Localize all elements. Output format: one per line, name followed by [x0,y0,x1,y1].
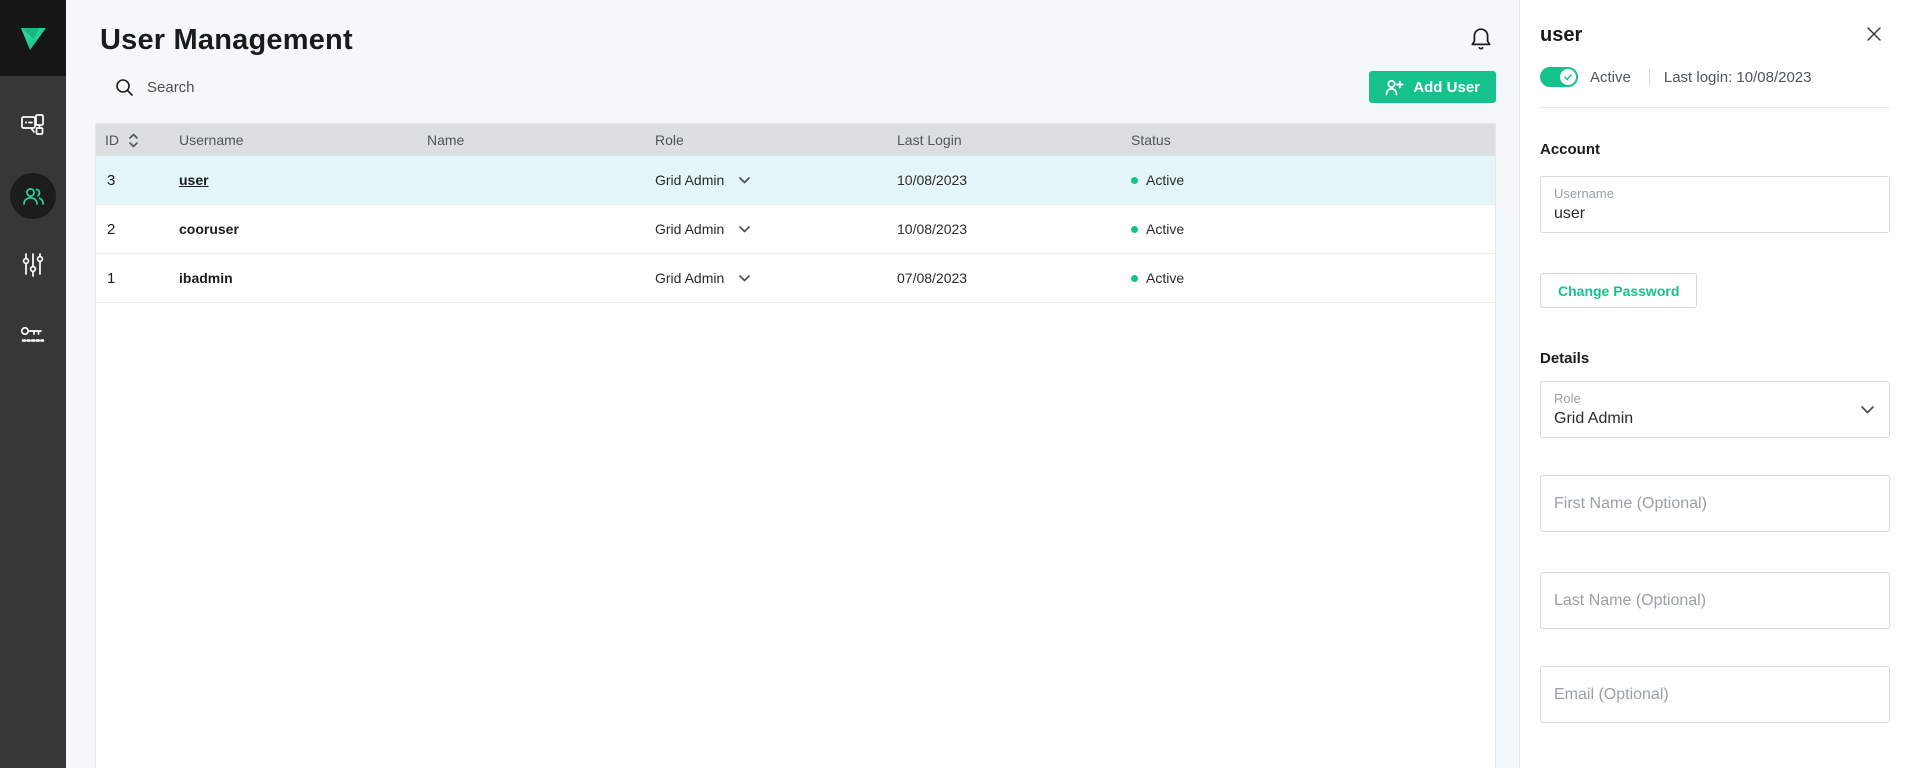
search-input[interactable] [145,78,385,97]
status-dot [1131,275,1138,282]
status-dot [1131,177,1138,184]
bell-icon [1468,26,1494,54]
username-input[interactable] [1554,203,1876,224]
column-header-last-login: Last Login [897,132,1131,148]
table-row[interactable]: 2 cooruser Grid Admin 10/08/2023 Active [96,205,1495,254]
last-name-input[interactable] [1554,592,1850,610]
search-box [115,78,385,97]
search-icon [115,78,134,97]
first-name-field[interactable] [1540,475,1890,532]
last-login-text: Last login: 10/08/2023 [1664,69,1812,86]
cell-status: Active [1131,270,1495,286]
cell-last-login: 10/08/2023 [897,172,1131,188]
key-icon [19,324,47,348]
toolbar: Add User [95,67,1496,107]
sidebar-item-grid-nodes[interactable] [10,103,56,149]
username-link[interactable]: ibadmin [179,270,427,286]
column-header-id: ID [96,132,179,148]
person-add-icon [1385,79,1404,96]
chevron-down-icon [739,177,750,184]
status-text: Active [1146,221,1184,237]
close-icon [1866,26,1882,42]
username-text: cooruser [179,221,239,237]
notifications-button[interactable] [1466,24,1496,59]
role-value: Grid Admin [655,221,724,237]
users-table: ID Username Name Role Last Login Status … [95,123,1496,768]
column-header-username: Username [179,132,427,148]
active-status-label: Active [1590,69,1631,86]
first-name-input[interactable] [1554,495,1850,513]
cell-id: 3 [96,172,179,189]
add-user-label: Add User [1413,79,1480,96]
chevron-down-icon [739,226,750,233]
section-divider [1540,107,1890,108]
add-user-button[interactable]: Add User [1369,71,1496,103]
role-select-label: Role [1554,390,1876,408]
app-root: User Management [0,0,1906,768]
cell-last-login: 07/08/2023 [897,270,1131,286]
divider [1649,68,1650,86]
status-text: Active [1146,270,1184,286]
role-select[interactable]: Role Grid Admin [1540,381,1890,438]
toggle-knob [1560,69,1576,85]
username-text: ibadmin [179,270,233,286]
role-value: Grid Admin [655,270,724,286]
status-dot [1131,226,1138,233]
role-value: Grid Admin [655,172,724,188]
role-dropdown[interactable]: Grid Admin [655,172,897,188]
sort-control[interactable] [128,133,139,148]
grid-nodes-icon [19,112,47,140]
chevron-down-icon [739,275,750,282]
change-password-button[interactable]: Change Password [1540,273,1697,308]
username-link[interactable]: user [179,172,427,188]
sidebar [0,0,66,768]
column-header-role: Role [655,132,897,148]
sidebar-item-users[interactable] [10,173,56,219]
table-row[interactable]: 1 ibadmin Grid Admin 07/08/2023 Active [96,254,1495,303]
cell-status: Active [1131,221,1495,237]
check-icon [1563,72,1573,82]
sidebar-item-settings[interactable] [10,243,56,289]
role-dropdown[interactable]: Grid Admin [655,270,897,286]
role-dropdown[interactable]: Grid Admin [655,221,897,237]
sidebar-item-credentials[interactable] [10,313,56,359]
table-row[interactable]: 3 user Grid Admin 10/08/2023 Active [96,156,1495,205]
logo-icon [13,18,53,58]
users-icon [20,183,47,210]
column-header-status: Status [1131,132,1495,148]
panel-header: user [1540,24,1890,47]
cell-status: Active [1131,172,1495,188]
chevron-down-icon [1861,406,1874,414]
sort-arrows-icon [128,133,139,148]
username-field[interactable]: Username [1540,176,1890,233]
sidebar-nav [0,76,66,383]
panel-title: user [1540,24,1582,47]
main-content: User Management [66,0,1519,768]
main-header: User Management [95,22,1496,59]
active-toggle[interactable] [1540,67,1578,87]
status-row: Active Last login: 10/08/2023 [1540,67,1890,87]
username-text: user [179,172,209,188]
column-header-id-label: ID [105,132,119,148]
cell-last-login: 10/08/2023 [897,221,1131,237]
user-detail-panel: user Active Last login: 10/08/2023 Accou… [1519,0,1906,768]
brand-logo [0,0,66,76]
column-header-name: Name [427,132,655,148]
sliders-icon [21,252,45,280]
account-heading: Account [1540,141,1890,158]
status-text: Active [1146,172,1184,188]
details-heading: Details [1540,350,1890,367]
close-panel-button[interactable] [1864,24,1884,47]
cell-id: 1 [96,270,179,287]
username-link[interactable]: cooruser [179,221,427,237]
last-name-field[interactable] [1540,572,1890,629]
email-input[interactable] [1554,686,1850,704]
username-field-label: Username [1554,185,1876,203]
page-title: User Management [100,22,353,58]
role-select-value: Grid Admin [1554,408,1876,429]
email-field[interactable] [1540,666,1890,723]
cell-id: 2 [96,221,179,238]
table-header-row: ID Username Name Role Last Login Status [96,124,1495,156]
